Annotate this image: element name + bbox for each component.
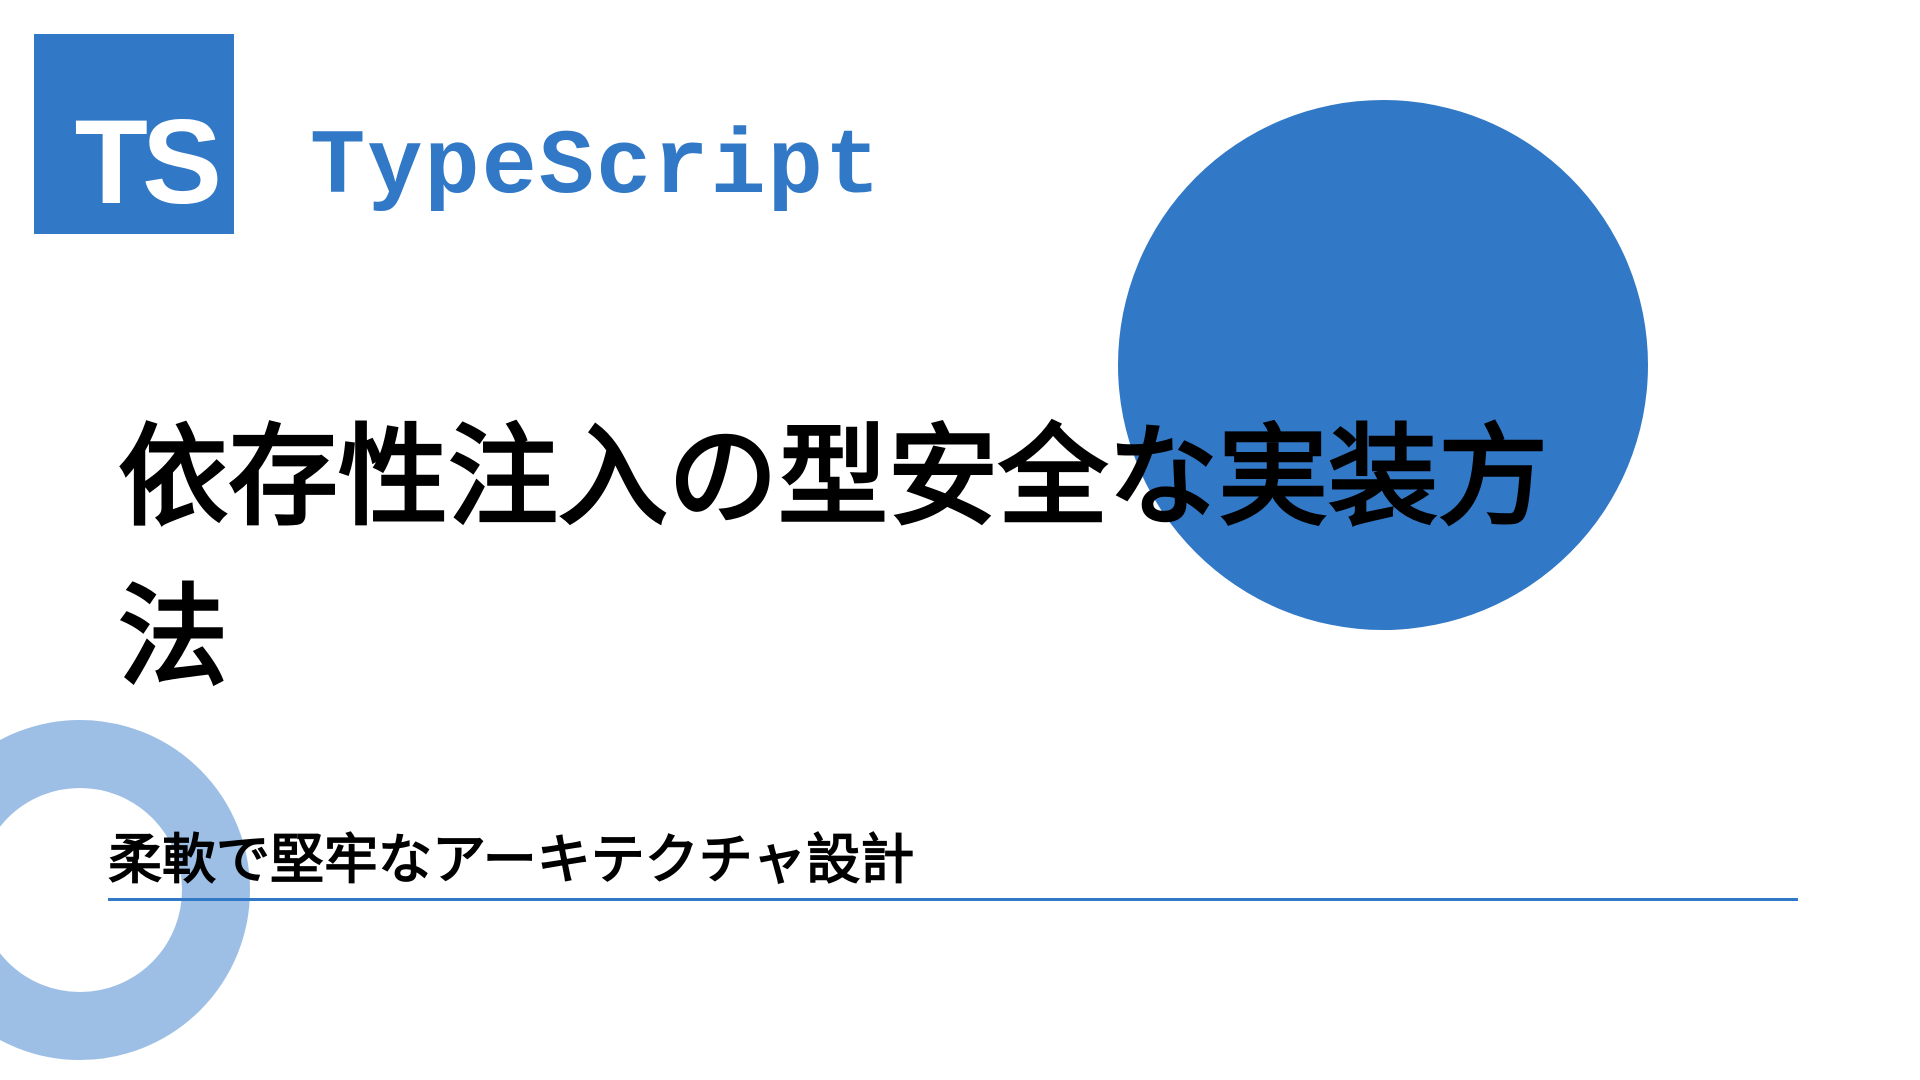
slide-subtitle: 柔軟で堅牢なアーキテクチャ設計 [108,815,914,894]
slide-title: 依存性注入の型安全な実装方法 [118,398,1618,717]
brand-label: TypeScript [310,115,882,220]
subtitle-underline [108,898,1798,901]
logo-text: TS [75,102,216,222]
typescript-logo: TS [34,34,234,234]
